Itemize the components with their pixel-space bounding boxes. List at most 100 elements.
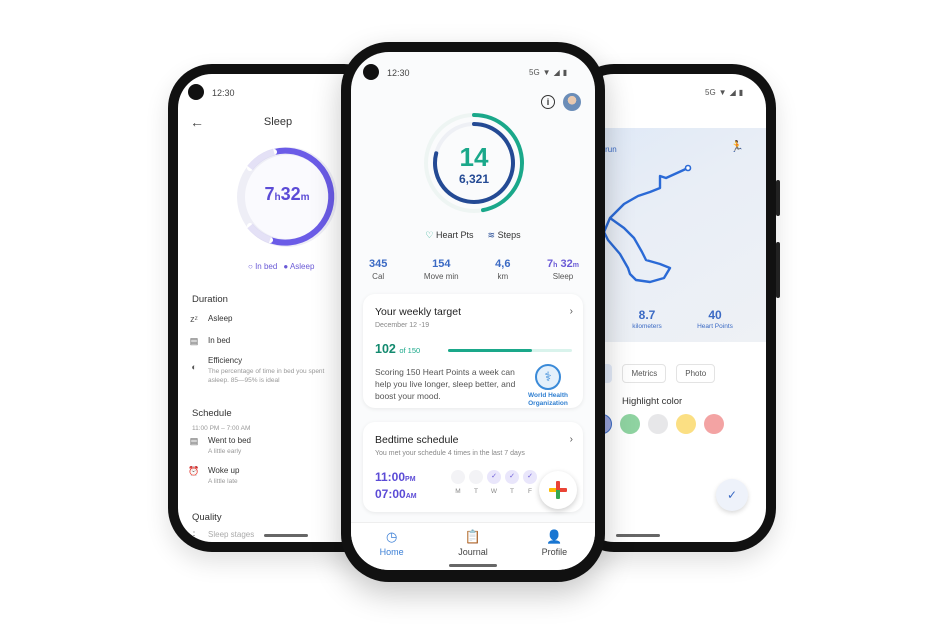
- nav-journal[interactable]: 📋 Journal: [432, 523, 513, 570]
- run-stats: 0se 8.7kilometers 40Heart Points: [580, 308, 766, 330]
- duration-heading: Duration: [192, 294, 228, 305]
- day-tue: T: [469, 470, 483, 495]
- bottom-nav: ◷ Home 📋 Journal 👤 Profile: [351, 522, 595, 570]
- stat-calories: 345 Cal: [369, 258, 388, 281]
- run-screen: 5G ▼ ◢ ▮ on run 🏃 0se 8.7kilometers 40He…: [580, 74, 766, 542]
- bed-icon: ▤: [189, 436, 199, 446]
- sleep-duration-value: 7h32m: [264, 184, 310, 204]
- color-swatches: [592, 414, 724, 434]
- clipboard-icon: 📋: [464, 529, 482, 544]
- route-end-marker: [684, 164, 692, 172]
- info-icon[interactable]: i: [541, 95, 555, 109]
- row-asleep[interactable]: zᶻ Asleep: [188, 314, 232, 324]
- ring-legend: ♡ Heart Pts ≋ Steps: [351, 230, 595, 241]
- shoe-icon: ≋: [487, 230, 496, 240]
- signal-icon: ◢: [729, 88, 736, 97]
- heart-points-value: 14: [459, 142, 489, 172]
- row-sleep-stages[interactable]: ⋮ Sleep stages: [188, 530, 255, 541]
- week-days: M T ✓ W ✓ T ✓ F: [451, 470, 537, 495]
- front-camera: [188, 84, 204, 100]
- row-went-to-bed[interactable]: ▤ Went to bed A little early: [188, 436, 251, 456]
- day-fri: ✓ F: [523, 470, 537, 495]
- schedule-heading: Schedule: [192, 408, 232, 419]
- bedtime-times: 11:00PM 07:00AM: [375, 470, 417, 501]
- check-icon: ✓: [523, 470, 537, 484]
- weekly-target-value: 102 of 150: [375, 342, 421, 356]
- status-icons: 5G ▼ ◢ ▮: [529, 68, 568, 77]
- home-indicator: [616, 534, 660, 537]
- stat-km: 4,6 km: [495, 258, 511, 281]
- phone-home: 12:30 5G ▼ ◢ ▮ i 14 6,321 ♡ Heart Pts ≋ …: [341, 42, 605, 582]
- stat-heart-points: 40 Heart Points: [697, 308, 733, 330]
- weekly-target-title: Your weekly target: [375, 306, 461, 318]
- check-icon: ✓: [726, 488, 738, 502]
- stat-distance: 8.7 kilometers: [632, 308, 662, 330]
- half-circle-icon: ◐: [191, 362, 197, 372]
- check-icon: ✓: [487, 470, 501, 484]
- alarm-icon: ⏰: [188, 466, 200, 476]
- schedule-range: 11:00 PM – 7:00 AM: [192, 425, 251, 432]
- avatar[interactable]: [563, 93, 581, 111]
- who-logo: ⚕ World Health Organization: [523, 364, 573, 408]
- nav-home[interactable]: ◷ Home: [351, 523, 432, 570]
- home-indicator: [264, 534, 308, 537]
- zzz-icon: zᶻ: [190, 314, 198, 324]
- home-indicator: [449, 564, 497, 567]
- chevron-right-icon: ›: [569, 306, 573, 317]
- sleep-legend: ○ In bed ● Asleep: [248, 262, 314, 271]
- route-line: [602, 166, 689, 284]
- bars-icon: ⋮: [189, 530, 199, 540]
- bedtime-subtitle: You met your schedule 4 times in the las…: [375, 450, 525, 457]
- legend-asleep: ● Asleep: [283, 262, 315, 271]
- weekly-target-progress: [448, 349, 572, 352]
- legend-heart-pts: ♡ Heart Pts: [425, 230, 474, 240]
- battery-icon: ▮: [738, 88, 744, 97]
- quality-heading: Quality: [192, 512, 222, 523]
- weekly-target-description: Scoring 150 Heart Points a week can help…: [375, 367, 516, 401]
- legend-steps: ≋ Steps: [487, 230, 521, 240]
- row-efficiency[interactable]: ◐ Efficiency The percentage of time in be…: [188, 356, 338, 385]
- chip-metrics[interactable]: Metrics: [622, 364, 667, 383]
- status-time: 12:30: [212, 88, 235, 98]
- nav-profile[interactable]: 👤 Profile: [514, 523, 595, 570]
- swatch-yellow[interactable]: [676, 414, 696, 434]
- power-button: [776, 180, 780, 216]
- swatch-grey[interactable]: [648, 414, 668, 434]
- daily-stats: 345 Cal 154 Move min 4,6 km 7h 32m Sleep: [369, 258, 579, 281]
- battery-icon: ▮: [562, 68, 568, 77]
- home-ring-icon: ◷: [385, 529, 398, 544]
- wifi-icon: ▼: [542, 68, 551, 77]
- weekly-target-dates: December 12 -19: [375, 322, 430, 329]
- bed-icon: ▤: [189, 336, 199, 346]
- swatch-red[interactable]: [704, 414, 724, 434]
- chevron-right-icon: ›: [569, 434, 573, 445]
- day-mon: M: [451, 470, 465, 495]
- status-time: 12:30: [387, 68, 410, 78]
- save-check-button[interactable]: ✓: [716, 479, 748, 511]
- highlight-color-heading: Highlight color: [622, 396, 683, 407]
- route-map[interactable]: on run 🏃 0se 8.7kilometers 40Heart Point…: [580, 128, 766, 342]
- day-wed: ✓ W: [487, 470, 501, 495]
- volume-button: [776, 242, 780, 298]
- stat-sleep: 7h 32m Sleep: [547, 258, 579, 281]
- check-icon: ✓: [505, 470, 519, 484]
- home-screen: 12:30 5G ▼ ◢ ▮ i 14 6,321 ♡ Heart Pts ≋ …: [351, 52, 595, 570]
- add-button[interactable]: [539, 471, 577, 509]
- status-icons: 5G ▼ ◢ ▮: [705, 88, 744, 97]
- heart-icon: ♡: [425, 230, 434, 240]
- steps-value: 6,321: [458, 172, 490, 186]
- stat-move-min: 154 Move min: [423, 258, 459, 281]
- swatch-green[interactable]: [620, 414, 640, 434]
- who-emblem-icon: ⚕: [535, 364, 561, 390]
- weekly-target-card[interactable]: Your weekly target › December 12 -19 102…: [363, 294, 583, 408]
- row-woke-up[interactable]: ⏰ Woke up A little late: [188, 466, 239, 486]
- chip-photo[interactable]: Photo: [676, 364, 716, 383]
- weekly-target-progress-fill: [448, 349, 533, 352]
- row-in-bed[interactable]: ▤ In bed: [188, 336, 231, 347]
- signal-icon: ◢: [553, 68, 560, 77]
- day-thu: ✓ T: [505, 470, 519, 495]
- bedtime-title: Bedtime schedule: [375, 434, 459, 446]
- front-camera: [363, 64, 379, 80]
- person-icon: 👤: [546, 529, 563, 544]
- wifi-icon: ▼: [718, 88, 727, 97]
